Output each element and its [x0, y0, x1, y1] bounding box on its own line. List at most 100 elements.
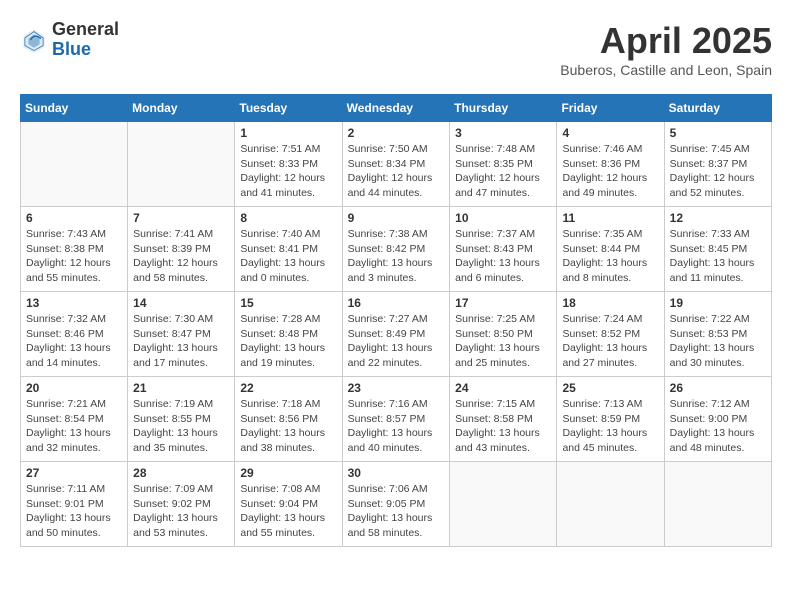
day-number: 22: [240, 381, 336, 395]
week-row-4: 20 Sunrise: 7:21 AMSunset: 8:54 PMDayligh…: [21, 377, 772, 462]
day-info: Sunrise: 7:25 AMSunset: 8:50 PMDaylight:…: [455, 312, 551, 371]
calendar-cell: 19Sunrise: 7:22 AMSunset: 8:53 PMDayligh…: [664, 292, 771, 377]
calendar-cell: 10 Sunrise: 7:37 AMSunset: 8:43 PMDayligh…: [450, 207, 557, 292]
day-info: Sunrise: 7:21 AMSunset: 8:54 PMDaylight:…: [26, 397, 122, 456]
day-info: Sunrise: 7:51 AMSunset: 8:33 PMDaylight:…: [240, 142, 336, 201]
day-number: 8: [240, 211, 336, 225]
day-number: 26: [670, 381, 766, 395]
week-row-1: 1 Sunrise: 7:51 AMSunset: 8:33 PMDaylight…: [21, 122, 772, 207]
calendar-table: SundayMondayTuesdayWednesdayThursdayFrid…: [20, 94, 772, 547]
calendar-cell: 5Sunrise: 7:45 AMSunset: 8:37 PMDaylight…: [664, 122, 771, 207]
day-number: 28: [133, 466, 229, 480]
calendar-cell: 22 Sunrise: 7:18 AMSunset: 8:56 PMDayligh…: [235, 377, 342, 462]
calendar-cell: 24Sunrise: 7:15 AMSunset: 8:58 PMDayligh…: [450, 377, 557, 462]
day-info: Sunrise: 7:12 AMSunset: 9:00 PMDaylight:…: [670, 397, 766, 456]
logo: General Blue: [20, 20, 119, 60]
day-number: 14: [133, 296, 229, 310]
page-header: General Blue April 2025 Buberos, Castill…: [20, 20, 772, 78]
day-info: Sunrise: 7:24 AMSunset: 8:52 PMDaylight:…: [562, 312, 658, 371]
day-info: Sunrise: 7:37 AMSunset: 8:43 PMDaylight:…: [455, 227, 551, 286]
day-number: 3: [455, 126, 551, 140]
day-number: 9: [348, 211, 445, 225]
calendar-cell: 15 Sunrise: 7:28 AMSunset: 8:48 PMDayligh…: [235, 292, 342, 377]
day-number: 1: [240, 126, 336, 140]
week-row-2: 6 Sunrise: 7:43 AMSunset: 8:38 PMDaylight…: [21, 207, 772, 292]
calendar-cell: [21, 122, 128, 207]
day-number: 25: [562, 381, 658, 395]
weekday-header-row: SundayMondayTuesdayWednesdayThursdayFrid…: [21, 95, 772, 122]
calendar-title: April 2025: [560, 20, 772, 62]
day-number: 18: [562, 296, 658, 310]
calendar-cell: [664, 462, 771, 547]
calendar-cell: 23 Sunrise: 7:16 AMSunset: 8:57 PMDayligh…: [342, 377, 450, 462]
day-number: 6: [26, 211, 122, 225]
calendar-cell: 29 Sunrise: 7:08 AMSunset: 9:04 PMDayligh…: [235, 462, 342, 547]
day-info: Sunrise: 7:43 AMSunset: 8:38 PMDaylight:…: [26, 227, 122, 286]
day-number: 5: [670, 126, 766, 140]
day-number: 17: [455, 296, 551, 310]
calendar-cell: 8Sunrise: 7:40 AMSunset: 8:41 PMDaylight…: [235, 207, 342, 292]
day-info: Sunrise: 7:16 AMSunset: 8:57 PMDaylight:…: [348, 397, 445, 456]
day-info: Sunrise: 7:35 AMSunset: 8:44 PMDaylight:…: [562, 227, 658, 286]
calendar-cell: 20 Sunrise: 7:21 AMSunset: 8:54 PMDayligh…: [21, 377, 128, 462]
day-info: Sunrise: 7:41 AMSunset: 8:39 PMDaylight:…: [133, 227, 229, 286]
day-number: 30: [348, 466, 445, 480]
calendar-cell: 4 Sunrise: 7:46 AMSunset: 8:36 PMDaylight…: [557, 122, 664, 207]
day-number: 15: [240, 296, 336, 310]
calendar-cell: 6 Sunrise: 7:43 AMSunset: 8:38 PMDaylight…: [21, 207, 128, 292]
day-number: 11: [562, 211, 658, 225]
day-info: Sunrise: 7:09 AMSunset: 9:02 PMDaylight:…: [133, 482, 229, 541]
day-info: Sunrise: 7:50 AMSunset: 8:34 PMDaylight:…: [348, 142, 445, 201]
weekday-header-sunday: Sunday: [21, 95, 128, 122]
calendar-cell: 28 Sunrise: 7:09 AMSunset: 9:02 PMDayligh…: [128, 462, 235, 547]
day-info: Sunrise: 7:30 AMSunset: 8:47 PMDaylight:…: [133, 312, 229, 371]
day-number: 13: [26, 296, 122, 310]
weekday-header-friday: Friday: [557, 95, 664, 122]
day-info: Sunrise: 7:06 AMSunset: 9:05 PMDaylight:…: [348, 482, 445, 541]
day-number: 2: [348, 126, 445, 140]
calendar-cell: [450, 462, 557, 547]
calendar-cell: 9Sunrise: 7:38 AMSunset: 8:42 PMDaylight…: [342, 207, 450, 292]
day-info: Sunrise: 7:27 AMSunset: 8:49 PMDaylight:…: [348, 312, 445, 371]
calendar-cell: 14 Sunrise: 7:30 AMSunset: 8:47 PMDayligh…: [128, 292, 235, 377]
calendar-cell: 1 Sunrise: 7:51 AMSunset: 8:33 PMDaylight…: [235, 122, 342, 207]
day-number: 20: [26, 381, 122, 395]
day-number: 16: [348, 296, 445, 310]
calendar-cell: 3 Sunrise: 7:48 AMSunset: 8:35 PMDaylight…: [450, 122, 557, 207]
day-number: 23: [348, 381, 445, 395]
day-number: 10: [455, 211, 551, 225]
day-number: 27: [26, 466, 122, 480]
day-info: Sunrise: 7:32 AMSunset: 8:46 PMDaylight:…: [26, 312, 122, 371]
day-info: Sunrise: 7:28 AMSunset: 8:48 PMDaylight:…: [240, 312, 336, 371]
day-number: 12: [670, 211, 766, 225]
logo-general-text: General: [52, 20, 119, 40]
logo-icon: [20, 26, 48, 54]
weekday-header-tuesday: Tuesday: [235, 95, 342, 122]
calendar-cell: 11 Sunrise: 7:35 AMSunset: 8:44 PMDayligh…: [557, 207, 664, 292]
day-number: 4: [562, 126, 658, 140]
calendar-cell: 27 Sunrise: 7:11 AMSunset: 9:01 PMDayligh…: [21, 462, 128, 547]
day-number: 29: [240, 466, 336, 480]
title-block: April 2025 Buberos, Castille and Leon, S…: [560, 20, 772, 78]
day-info: Sunrise: 7:18 AMSunset: 8:56 PMDaylight:…: [240, 397, 336, 456]
day-number: 7: [133, 211, 229, 225]
day-info: Sunrise: 7:33 AMSunset: 8:45 PMDaylight:…: [670, 227, 766, 286]
calendar-cell: 30 Sunrise: 7:06 AMSunset: 9:05 PMDayligh…: [342, 462, 450, 547]
day-info: Sunrise: 7:46 AMSunset: 8:36 PMDaylight:…: [562, 142, 658, 201]
calendar-cell: 2 Sunrise: 7:50 AMSunset: 8:34 PMDaylight…: [342, 122, 450, 207]
calendar-cell: 16 Sunrise: 7:27 AMSunset: 8:49 PMDayligh…: [342, 292, 450, 377]
calendar-cell: 18 Sunrise: 7:24 AMSunset: 8:52 PMDayligh…: [557, 292, 664, 377]
calendar-cell: 13 Sunrise: 7:32 AMSunset: 8:46 PMDayligh…: [21, 292, 128, 377]
week-row-3: 13 Sunrise: 7:32 AMSunset: 8:46 PMDayligh…: [21, 292, 772, 377]
calendar-subtitle: Buberos, Castille and Leon, Spain: [560, 62, 772, 78]
day-number: 24: [455, 381, 551, 395]
day-info: Sunrise: 7:11 AMSunset: 9:01 PMDaylight:…: [26, 482, 122, 541]
day-info: Sunrise: 7:08 AMSunset: 9:04 PMDaylight:…: [240, 482, 336, 541]
day-info: Sunrise: 7:48 AMSunset: 8:35 PMDaylight:…: [455, 142, 551, 201]
weekday-header-wednesday: Wednesday: [342, 95, 450, 122]
day-info: Sunrise: 7:13 AMSunset: 8:59 PMDaylight:…: [562, 397, 658, 456]
calendar-cell: 26 Sunrise: 7:12 AMSunset: 9:00 PMDayligh…: [664, 377, 771, 462]
weekday-header-monday: Monday: [128, 95, 235, 122]
day-info: Sunrise: 7:19 AMSunset: 8:55 PMDaylight:…: [133, 397, 229, 456]
weekday-header-saturday: Saturday: [664, 95, 771, 122]
